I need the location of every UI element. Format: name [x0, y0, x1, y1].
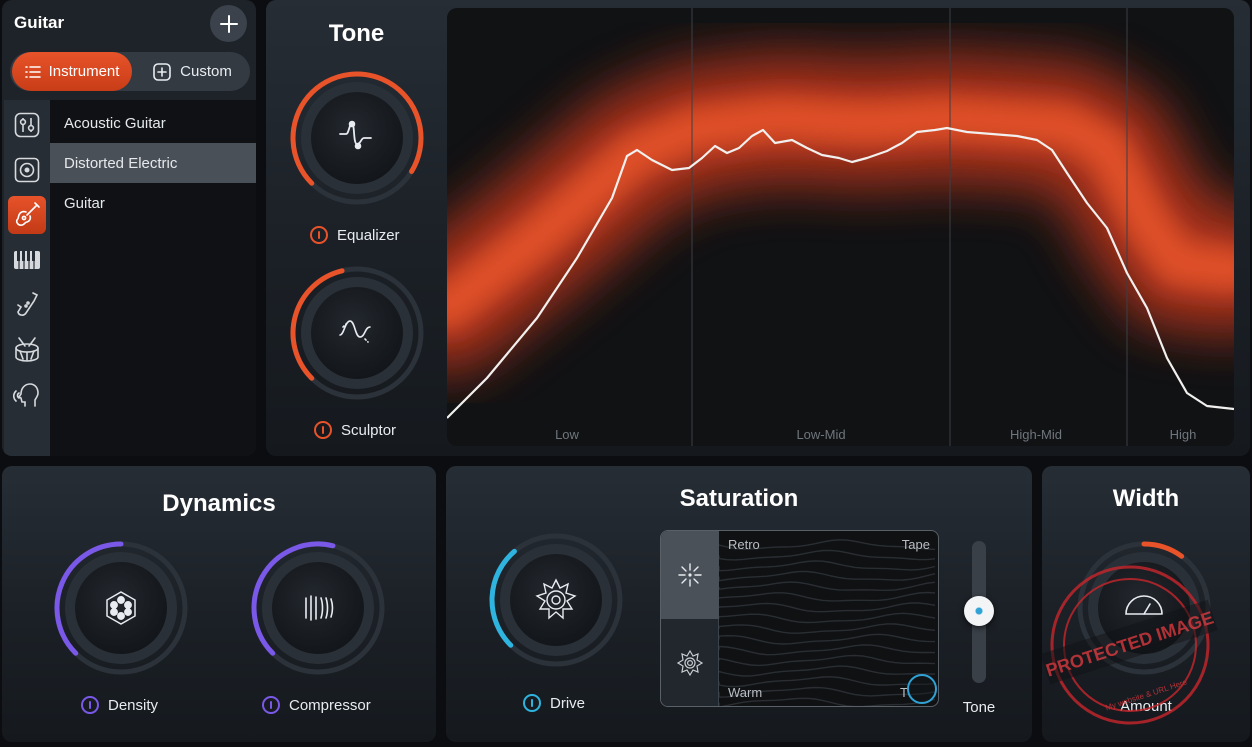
saturation-tone-label: Tone [962, 699, 996, 716]
category-vocals[interactable] [8, 376, 46, 414]
list-item[interactable]: Distorted Electric [50, 143, 256, 183]
compressor-knob[interactable] [246, 536, 390, 685]
category-guitar[interactable] [8, 196, 46, 234]
saturation-mode-selector [661, 531, 719, 706]
wave-line [719, 591, 936, 602]
flower-icon [676, 649, 704, 677]
wave-line [719, 612, 936, 624]
sculptor-knob[interactable] [285, 261, 429, 410]
sculptor-toggle[interactable]: Sculptor [314, 421, 396, 439]
xy-pad-handle[interactable] [907, 674, 937, 704]
category-brass[interactable] [8, 286, 46, 324]
list-item[interactable]: Guitar [50, 183, 256, 223]
density-toggle[interactable]: Density [81, 696, 158, 714]
category-keys[interactable] [8, 241, 46, 279]
equalizer-toggle[interactable]: Equalizer [310, 226, 400, 244]
plus-icon [219, 14, 238, 33]
wave-line [719, 665, 936, 677]
tone-title: Tone [328, 20, 385, 47]
pad-corner-tape: Tape [901, 537, 930, 552]
saxophone-icon [17, 292, 39, 316]
wave-line [719, 570, 936, 582]
band-label-low: Low [555, 427, 579, 442]
saturation-mode-flower[interactable] [661, 619, 719, 706]
instrument-browser: Guitar Instrument Custom Acoustic Guitar… [2, 0, 256, 456]
drum-icon [15, 337, 39, 362]
sparkle-icon [678, 563, 702, 587]
drive-label: Drive [550, 694, 586, 712]
category-drums[interactable] [8, 331, 46, 369]
wave-line [719, 560, 936, 572]
speaker-icon [14, 157, 40, 183]
sculptor-label: Sculptor [341, 421, 397, 439]
list-item[interactable]: Acoustic Guitar [50, 103, 256, 143]
wave-line [719, 633, 936, 645]
width-knob[interactable] [1072, 536, 1216, 685]
drive-knob[interactable] [484, 528, 628, 677]
saturation-tone-slider[interactable] [964, 541, 994, 683]
saturation-xy-pad[interactable]: Retro Tape Warm T [660, 530, 939, 707]
custom-add-icon [153, 62, 171, 81]
pad-corner-warm: Warm [728, 685, 763, 700]
tab-custom-label: Custom [180, 63, 232, 80]
width-amount-label: Amount [1120, 698, 1172, 715]
band-label-high: High [1169, 427, 1197, 442]
preset-list: Acoustic Guitar Distorted Electric Guita… [50, 100, 256, 456]
list-item-label: Guitar [64, 194, 105, 212]
list-item-label: Acoustic Guitar [64, 114, 166, 132]
category-mixer[interactable] [8, 106, 46, 144]
spectrum-glow [447, 52, 1234, 373]
compressor-toggle[interactable]: Compressor [262, 696, 371, 714]
dynamics-panel: Dynamics Density Compressor [2, 466, 436, 742]
category-rail [4, 100, 50, 456]
equalizer-label: Equalizer [337, 226, 400, 244]
power-icon [523, 694, 541, 712]
compressor-label: Compressor [289, 696, 371, 714]
browser-mode-switch: Instrument Custom [10, 52, 250, 91]
width-panel: Width Amount [1042, 466, 1250, 742]
tab-instrument-label: Instrument [48, 63, 120, 80]
power-icon [262, 696, 280, 714]
slider-thumb[interactable] [964, 596, 994, 626]
tone-spectrum-display: Low Low-Mid High-Mid High [447, 8, 1234, 446]
browser-title: Guitar [14, 13, 65, 32]
power-icon [81, 696, 99, 714]
tab-custom[interactable]: Custom [134, 52, 250, 91]
wave-line [719, 602, 936, 613]
add-button[interactable] [210, 5, 247, 42]
guitar-icon [15, 202, 40, 226]
drive-toggle[interactable]: Drive [523, 694, 585, 712]
saturation-mode-sparkle[interactable] [661, 531, 719, 619]
band-label-high-mid: High-Mid [1009, 427, 1062, 442]
wave-line [719, 644, 936, 656]
list-icon [24, 65, 41, 78]
wave-line [719, 654, 936, 667]
power-icon [314, 421, 332, 439]
saturation-panel: Saturation Drive Retro Tape Warm T Tone [446, 466, 1032, 742]
saturation-wave-field [719, 539, 936, 706]
wave-line [719, 581, 936, 592]
list-item-label: Distorted Electric [64, 154, 178, 172]
width-title: Width [1112, 485, 1180, 512]
saturation-title: Saturation [679, 485, 799, 512]
piano-keys-icon [14, 251, 40, 269]
dynamics-title: Dynamics [162, 490, 276, 517]
voice-head-icon [13, 383, 39, 407]
power-icon [310, 226, 328, 244]
band-label-low-mid: Low-Mid [796, 427, 846, 442]
pad-corner-retro: Retro [728, 537, 760, 552]
tab-instrument[interactable]: Instrument [12, 52, 132, 91]
category-speaker[interactable] [8, 151, 46, 189]
density-knob[interactable] [49, 536, 193, 685]
mixer-sliders-icon [14, 112, 40, 138]
wave-line [719, 623, 936, 634]
equalizer-knob[interactable] [285, 66, 429, 215]
tone-panel: Tone Equalizer Sculptor Low Low-Mid High… [266, 0, 1250, 456]
density-label: Density [108, 696, 159, 714]
